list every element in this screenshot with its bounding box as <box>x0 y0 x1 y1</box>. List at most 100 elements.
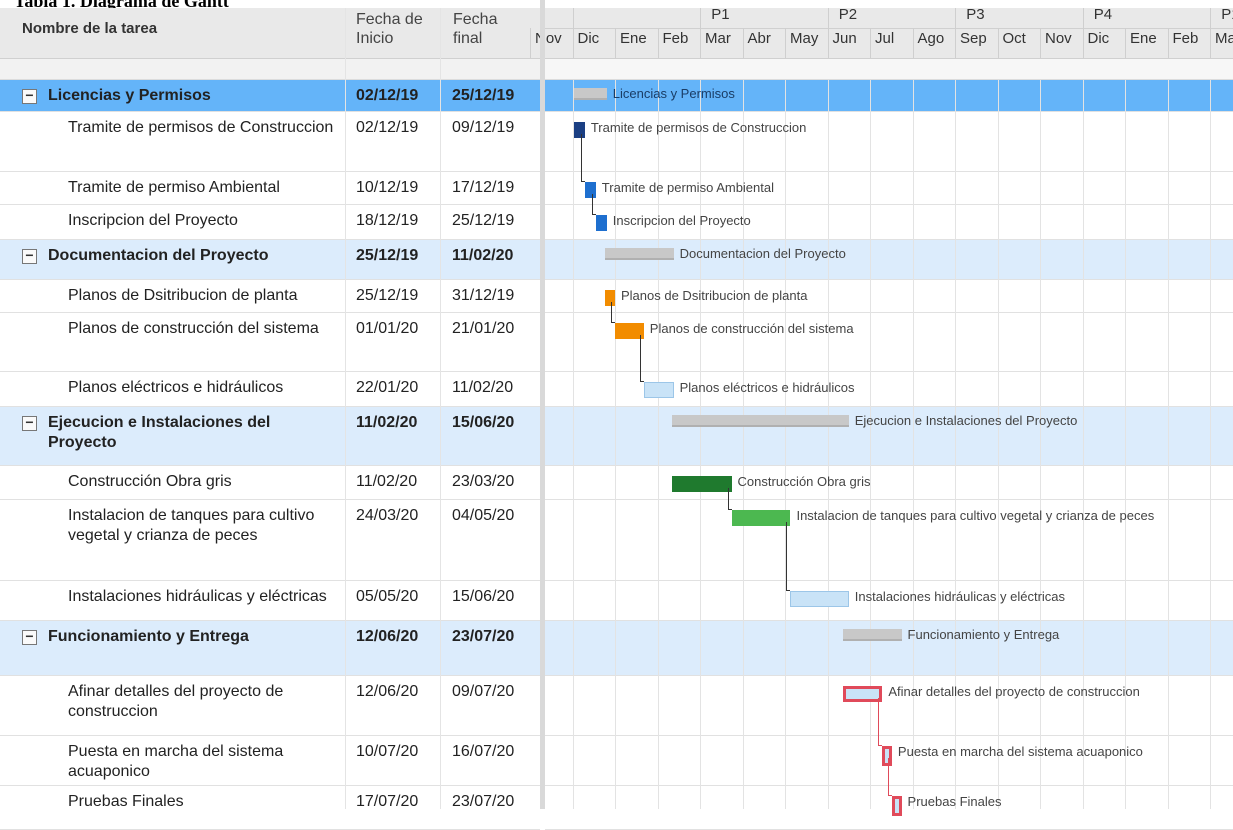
column-header-end-date[interactable]: Fecha final <box>453 10 497 48</box>
dependency-line <box>727 488 729 510</box>
summary-bar[interactable] <box>843 629 902 641</box>
month-divider <box>530 28 531 58</box>
task-start-date: 24/03/20 <box>356 507 419 524</box>
month-gridline <box>827 80 829 809</box>
timeline-row <box>545 466 1233 500</box>
task-row[interactable]: Tramite de permisos de Construccion 02/12… <box>0 112 540 172</box>
collapse-toggle-icon[interactable]: − <box>22 88 37 104</box>
month-divider <box>912 28 914 58</box>
task-name: Pruebas Finales <box>68 793 184 810</box>
task-row[interactable]: Puesta en marcha del sistema acuaponico 1… <box>0 736 540 786</box>
summary-bar[interactable] <box>573 88 607 100</box>
task-bar[interactable] <box>584 182 596 198</box>
bar-label: Instalacion de tanques para cultivo vege… <box>796 508 1155 523</box>
task-bar[interactable] <box>891 796 902 816</box>
bar-label: Puesta en marcha del sistema acuaponico <box>897 744 1143 759</box>
task-row[interactable]: Instalaciones hidráulicas y eléctricas 05… <box>0 581 540 621</box>
month-divider <box>827 8 829 58</box>
dependency-line <box>591 194 593 215</box>
quarter-label: P2 <box>838 6 858 23</box>
group-row[interactable]: − Funcionamiento y Entrega 12/06/20 23/07/2… <box>0 621 540 676</box>
task-name: Tramite de permisos de Construccion <box>68 119 334 136</box>
task-row[interactable]: Instalacion de tanques para cultivo vege… <box>0 500 540 581</box>
task-start-date: 25/12/19 <box>356 287 419 304</box>
month-label: Jul <box>875 30 895 47</box>
task-name: Licencias y Permisos <box>48 87 211 104</box>
task-start-date: 05/05/20 <box>356 588 419 605</box>
task-row[interactable]: Tramite de permiso Ambiental 10/12/19 17/1… <box>0 172 540 205</box>
month-label: May <box>790 30 819 47</box>
dependency-line <box>580 181 585 182</box>
month-divider <box>785 28 786 58</box>
task-end-date: 23/07/20 <box>452 628 515 645</box>
task-end-date: 25/12/19 <box>452 212 515 229</box>
task-bar[interactable] <box>643 382 674 398</box>
pane-splitter[interactable] <box>540 0 545 809</box>
summary-bar[interactable] <box>605 248 674 260</box>
collapse-toggle-icon[interactable]: − <box>22 415 37 431</box>
task-row[interactable]: Afinar detalles del proyecto de construc… <box>0 676 540 736</box>
quarter-label: P3 <box>966 6 985 23</box>
task-start-date: 25/12/19 <box>356 247 419 264</box>
month-label: Mar <box>705 30 731 47</box>
task-row[interactable]: Construcción Obra gris 11/02/20 23/03/20 <box>0 466 540 500</box>
collapse-toggle-icon[interactable]: − <box>22 248 37 264</box>
month-divider <box>572 8 574 58</box>
bar-label: Tramite de permiso Ambiental <box>601 180 774 195</box>
task-row[interactable]: Planos de construcción del sistema 01/01/… <box>0 313 540 372</box>
month-label: Jun <box>832 30 857 47</box>
task-bar[interactable] <box>595 215 607 231</box>
task-bar[interactable] <box>790 591 849 607</box>
task-name: Planos de construcción del sistema <box>68 320 319 337</box>
grid-divider-start <box>345 8 346 809</box>
month-divider <box>955 8 956 58</box>
month-divider <box>997 28 999 58</box>
month-divider <box>700 8 701 58</box>
column-header-start-date[interactable]: Fecha de Inicio <box>356 10 423 48</box>
dependency-line <box>591 214 596 215</box>
bar-label: Planos eléctricos e hidráulicos <box>679 380 855 395</box>
group-row[interactable]: − Documentacion del Proyecto 25/12/19 11/02… <box>0 240 540 280</box>
timeline-row <box>545 240 1233 280</box>
bar-label: Construcción Obra gris <box>737 474 871 489</box>
dependency-line <box>639 335 641 382</box>
summary-bar[interactable] <box>672 415 849 427</box>
bar-label: Documentacion del Proyecto <box>679 246 846 261</box>
group-row[interactable]: − Ejecucion e Instalaciones del Proyecto 1… <box>0 407 540 466</box>
quarter-label: P4 <box>1093 6 1113 23</box>
task-row[interactable]: Planos de Dsitribucion de planta 25/12/19… <box>0 280 540 313</box>
table-header: Nombre de la tarea Fecha de Inicio Fecha… <box>0 6 1233 59</box>
task-bar[interactable] <box>843 686 883 702</box>
task-end-date: 21/01/20 <box>452 320 515 337</box>
task-bar[interactable] <box>731 510 791 526</box>
month-label: Sep <box>960 30 987 47</box>
bar-label: Ejecucion e Instalaciones del Proyecto <box>854 413 1078 428</box>
task-start-date: 02/12/19 <box>356 119 419 136</box>
task-start-date: 11/02/20 <box>356 414 418 431</box>
group-row[interactable]: − Licencias y Permisos 02/12/19 25/12/19 <box>0 80 540 112</box>
task-bar[interactable] <box>573 122 585 138</box>
dependency-line <box>786 590 791 591</box>
task-end-date: 25/12/19 <box>452 87 515 104</box>
month-divider <box>1082 8 1084 58</box>
task-start-date: 01/01/20 <box>356 320 419 337</box>
month-gridline <box>1125 80 1126 809</box>
collapse-toggle-icon[interactable]: − <box>22 629 37 645</box>
task-row[interactable]: Pruebas Finales 17/07/20 23/07/20 <box>0 786 540 830</box>
month-divider <box>615 28 616 58</box>
month-divider <box>742 28 744 58</box>
month-gridline <box>997 80 999 809</box>
month-label: Mar <box>1215 30 1233 47</box>
month-label: Nov <box>1045 30 1072 47</box>
month-label: Ago <box>917 30 945 47</box>
task-start-date: 10/07/20 <box>356 743 419 760</box>
dependency-line <box>878 698 880 746</box>
task-row[interactable]: Planos eléctricos e hidráulicos 22/01/20 1… <box>0 372 540 407</box>
dependency-line <box>580 134 582 182</box>
task-name: Instalacion de tanques para cultivo vege… <box>68 507 315 544</box>
column-header-task-name[interactable]: Nombre de la tarea <box>22 20 157 37</box>
task-row[interactable]: Inscripcion del Proyecto 18/12/19 25/12/19 <box>0 205 540 240</box>
task-bar[interactable] <box>672 476 732 492</box>
month-label: Ene <box>1130 30 1157 47</box>
task-start-date: 22/01/20 <box>356 379 419 396</box>
